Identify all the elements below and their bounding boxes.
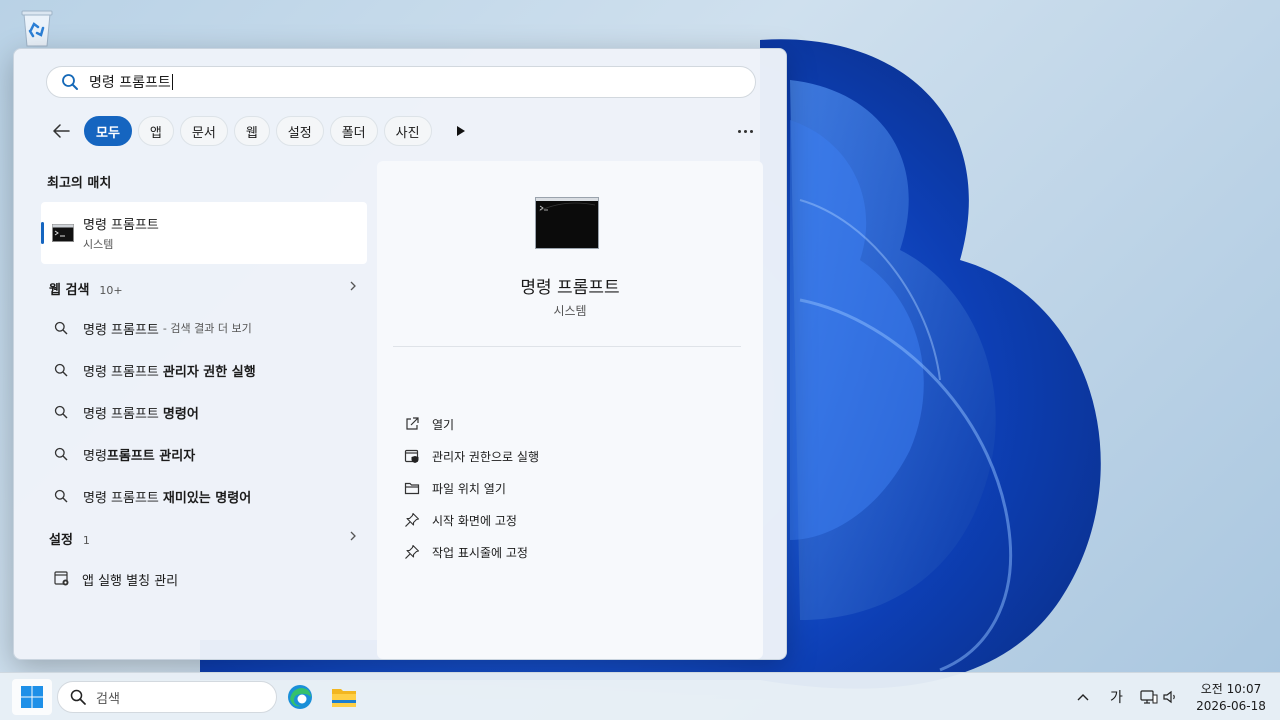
- settings-result-item[interactable]: 앱 실행 별칭 관리: [54, 566, 178, 592]
- web-result-bold: 명령어: [162, 406, 199, 422]
- web-result-bold: 관리자 권한 실행: [162, 364, 256, 380]
- detail-title: 명령 프롬프트: [520, 278, 620, 298]
- web-result-text: 명령 프롬프트: [83, 490, 159, 506]
- action-open-file-location-label: 파일 위치 열기: [432, 481, 506, 496]
- web-result-bold: 재미있는 명령어: [162, 490, 252, 506]
- taskbar-search-placeholder: 검색: [96, 691, 120, 707]
- best-match-subtitle: 시스템: [83, 238, 114, 251]
- web-search-count: 10+: [99, 284, 123, 297]
- action-pin-to-start[interactable]: 시작 화면에 고정: [404, 509, 517, 531]
- clock-date: 2026-06-18: [1196, 699, 1266, 713]
- search-icon: [54, 321, 68, 335]
- web-result-suffix: - 검색 결과 더 보기: [162, 322, 252, 335]
- shield-admin-icon: [404, 449, 419, 463]
- action-run-as-admin-label: 관리자 권한으로 실행: [432, 449, 539, 464]
- ellipsis-dot: [749, 129, 753, 133]
- search-icon: [54, 489, 68, 503]
- web-result-item[interactable]: 명령 프롬프트 명령어: [54, 397, 364, 427]
- best-match-item[interactable]: 명령 프롬프트 시스템: [41, 202, 367, 264]
- settings-count: 1: [82, 534, 90, 547]
- best-match-title: 명령 프롬프트: [83, 218, 159, 233]
- pin-icon: [405, 512, 420, 527]
- web-search-heading: 웹 검색: [49, 283, 90, 298]
- filter-chip-documents[interactable]: 문서: [179, 116, 228, 146]
- web-result-text: 명령 프롬프트: [83, 322, 159, 338]
- detail-subtitle: 시스템: [553, 304, 587, 318]
- divider: [393, 346, 741, 347]
- best-match-heading: 최고의 매치: [47, 176, 112, 191]
- file-explorer-icon: [332, 689, 356, 707]
- selection-indicator: [41, 222, 44, 244]
- web-result-item[interactable]: 명령 프롬프트 관리자: [54, 439, 364, 469]
- windows-logo-icon: [21, 686, 43, 708]
- filter-chip-web[interactable]: 웹: [233, 116, 270, 146]
- edge-browser-icon: [288, 685, 312, 709]
- settings-header[interactable]: 설정 1: [49, 529, 359, 548]
- settings-heading: 설정: [49, 533, 73, 548]
- filter-chip-settings[interactable]: 설정: [275, 116, 324, 146]
- clock-time: 오전 10:07: [1200, 682, 1262, 696]
- filter-chip-photos[interactable]: 사진: [383, 116, 432, 146]
- filter-chip-apps[interactable]: 앱: [137, 116, 174, 146]
- action-open-label: 열기: [432, 417, 455, 432]
- action-run-as-admin[interactable]: 관리자 권한으로 실행: [404, 445, 539, 467]
- volume-icon: [1163, 690, 1175, 704]
- action-open-file-location[interactable]: 파일 위치 열기: [404, 477, 506, 499]
- ellipsis-dot: [743, 129, 747, 133]
- action-pin-to-taskbar-label: 작업 표시줄에 고정: [432, 545, 528, 560]
- taskbar-file-explorer-button[interactable]: [328, 681, 360, 713]
- web-result-item[interactable]: 명령 프롬프트 - 검색 결과 더 보기: [54, 313, 364, 343]
- filter-chip-folders[interactable]: 폴더: [329, 116, 378, 146]
- search-icon: [54, 447, 68, 461]
- action-pin-to-start-label: 시작 화면에 고정: [432, 513, 517, 528]
- web-result-text: 명령: [83, 448, 107, 464]
- back-button[interactable]: [48, 116, 74, 146]
- search-icon: [54, 405, 68, 419]
- back-arrow-icon: [53, 124, 70, 138]
- filter-chip-all[interactable]: 모두: [84, 116, 132, 146]
- detail-pane: 명령 프롬프트 시스템 열기 관리자 권한으로 실행 파일 위치 열기 시작 화…: [377, 161, 763, 659]
- command-prompt-icon: [52, 224, 74, 242]
- network-icon: [1140, 690, 1158, 704]
- taskbar-edge-button[interactable]: [284, 681, 316, 713]
- app-alias-settings-icon: [54, 571, 69, 586]
- search-query: 명령 프롬프트: [89, 75, 171, 91]
- show-hidden-icons-button[interactable]: [1076, 673, 1090, 720]
- search-icon: [54, 363, 68, 377]
- pin-icon: [405, 544, 420, 559]
- search-icon: [70, 689, 86, 705]
- more-filters-button[interactable]: [446, 116, 476, 146]
- start-button[interactable]: [12, 679, 52, 715]
- taskbar: 검색 가 오전 10:07 2026-06-18: [0, 672, 1280, 720]
- ellipsis-icon: [737, 129, 741, 133]
- system-tray-network-volume[interactable]: [1140, 673, 1180, 720]
- command-prompt-large-icon: [535, 197, 599, 249]
- action-open[interactable]: 열기: [404, 413, 454, 435]
- recycle-bin-icon[interactable]: [18, 8, 56, 48]
- ime-indicator[interactable]: 가: [1110, 673, 1123, 720]
- search-input[interactable]: 명령 프롬프트: [46, 66, 756, 98]
- web-result-item[interactable]: 명령 프롬프트 재미있는 명령어: [54, 481, 364, 511]
- open-external-icon: [406, 417, 419, 430]
- chevron-up-icon: [1077, 694, 1089, 701]
- chevron-right-icon: [350, 281, 356, 291]
- clock[interactable]: 오전 10:07 2026-06-18: [1196, 681, 1266, 715]
- text-caret: [171, 74, 173, 90]
- chevron-right-icon: [350, 531, 356, 541]
- web-result-text: 명령 프롬프트: [83, 406, 159, 422]
- search-icon: [62, 74, 78, 90]
- search-panel: 명령 프롬프트 모두 앱 문서 웹 설정 폴더 사진 최고의 매치 명령 프롬프…: [13, 48, 787, 660]
- web-result-item[interactable]: 명령 프롬프트 관리자 권한 실행: [54, 355, 364, 385]
- web-result-bold: 프롬프트 관리자: [106, 448, 196, 464]
- taskbar-search-box[interactable]: 검색: [57, 681, 277, 713]
- filter-bar: 모두 앱 문서 웹 설정 폴더 사진: [48, 114, 476, 148]
- more-options-button[interactable]: [730, 119, 760, 143]
- web-result-text: 명령 프롬프트: [83, 364, 159, 380]
- folder-icon: [404, 482, 420, 495]
- play-icon: [456, 126, 465, 136]
- web-search-header[interactable]: 웹 검색 10+: [49, 279, 359, 298]
- action-pin-to-taskbar[interactable]: 작업 표시줄에 고정: [404, 541, 528, 563]
- settings-result-label: 앱 실행 별칭 관리: [82, 573, 179, 589]
